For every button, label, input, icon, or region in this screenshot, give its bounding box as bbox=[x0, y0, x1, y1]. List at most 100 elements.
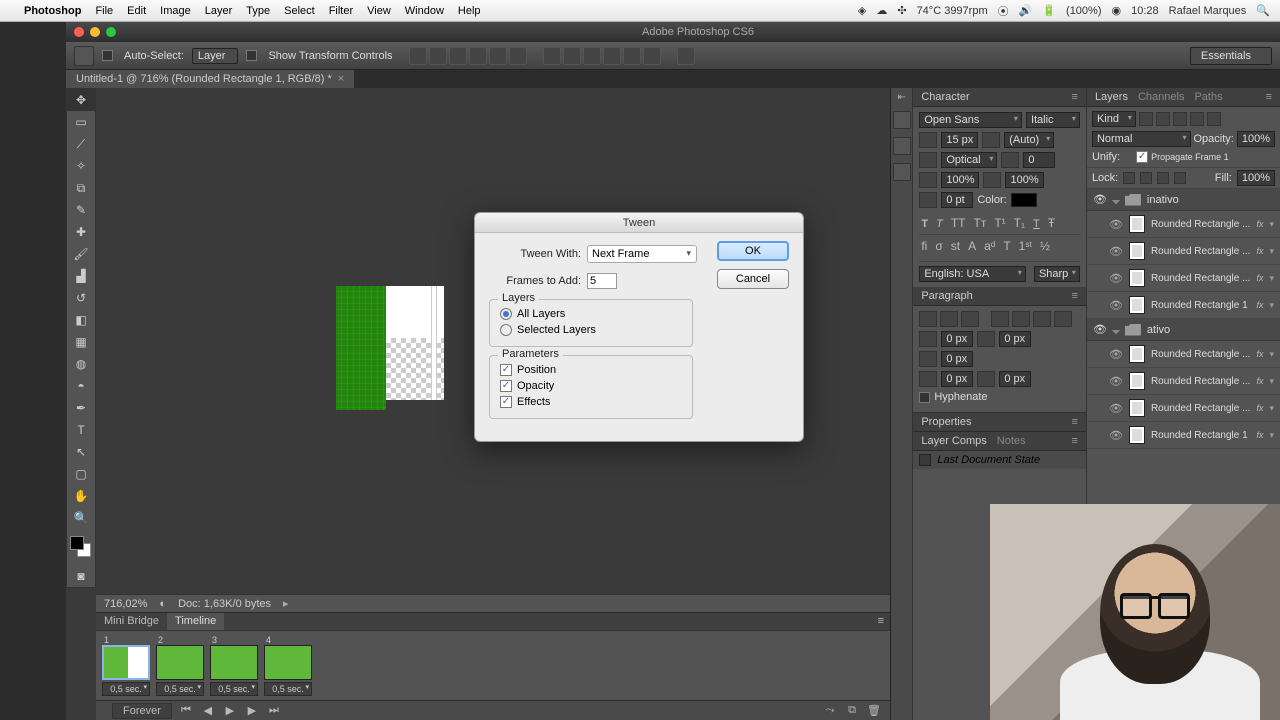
tween-with-select[interactable]: Next Frame bbox=[587, 245, 697, 263]
paths-tab[interactable]: Paths bbox=[1194, 91, 1222, 103]
visibility-icon[interactable]: 👁 bbox=[1093, 323, 1107, 336]
indent-left-field[interactable]: 0 px bbox=[941, 331, 973, 347]
actions-icon[interactable] bbox=[893, 137, 911, 155]
clock[interactable]: 10:28 bbox=[1131, 5, 1159, 17]
close-tab-icon[interactable]: × bbox=[338, 73, 344, 85]
3d-mode-icon[interactable] bbox=[677, 47, 695, 65]
ot-sigma[interactable]: σ bbox=[935, 239, 942, 253]
tracking-field[interactable]: 0 bbox=[1023, 152, 1055, 168]
gradient-tool[interactable]: ▦ bbox=[67, 331, 95, 353]
frame-thumb[interactable]: 3 0,5 sec. bbox=[210, 635, 258, 696]
brush-tool[interactable]: 🖌 bbox=[67, 243, 95, 265]
filter-smart-icon[interactable] bbox=[1207, 112, 1221, 126]
properties-panel-header[interactable]: Properties ≡ bbox=[913, 412, 1086, 432]
disclosure-icon[interactable] bbox=[1112, 325, 1120, 333]
layer-name[interactable]: Rounded Rectangle ... bbox=[1151, 349, 1251, 360]
layer-row[interactable]: 👁Rounded Rectangle ...fx▾ bbox=[1087, 395, 1280, 422]
pen-tool[interactable]: ✒ bbox=[67, 397, 95, 419]
minibridge-tab[interactable]: Mini Bridge bbox=[96, 613, 167, 630]
lock-all-icon[interactable] bbox=[1174, 172, 1186, 184]
spotlight-icon[interactable]: 🔍 bbox=[1256, 4, 1270, 17]
timeline-menu-icon[interactable]: ≡ bbox=[872, 613, 890, 630]
chevron-icon[interactable]: ▾ bbox=[1269, 376, 1274, 387]
align-hcenter-icon[interactable] bbox=[489, 47, 507, 65]
layer-row[interactable]: 👁Rounded Rectangle ...fx▾ bbox=[1087, 265, 1280, 292]
layer-thumb[interactable] bbox=[1129, 426, 1145, 444]
visibility-icon[interactable]: 👁 bbox=[1109, 218, 1123, 231]
frames-to-add-input[interactable] bbox=[587, 273, 617, 289]
volume-icon[interactable]: 🔊 bbox=[1019, 4, 1033, 17]
align-left-icon[interactable] bbox=[469, 47, 487, 65]
last-frame-button[interactable]: ⏭ bbox=[266, 704, 282, 718]
shape-tool[interactable]: ▢ bbox=[67, 463, 95, 485]
group-name[interactable]: inativo bbox=[1147, 194, 1179, 206]
chevron-icon[interactable]: ▾ bbox=[1269, 219, 1274, 230]
expand-icon[interactable]: ⇤ bbox=[897, 92, 905, 103]
menu-filter[interactable]: Filter bbox=[329, 5, 353, 17]
frame-duration[interactable]: 0,5 sec. bbox=[264, 682, 312, 696]
exposure-icon[interactable]: ◐ bbox=[159, 598, 166, 610]
character-tab[interactable]: Character bbox=[921, 91, 969, 103]
align-right-icon[interactable] bbox=[509, 47, 527, 65]
dist-6-icon[interactable] bbox=[643, 47, 661, 65]
layer-thumb[interactable] bbox=[1129, 269, 1145, 287]
space-after-field[interactable]: 0 px bbox=[999, 371, 1031, 387]
allcaps-button[interactable]: TT bbox=[951, 216, 966, 230]
fx-badge[interactable]: fx bbox=[1256, 273, 1263, 283]
layer-thumb[interactable] bbox=[1129, 399, 1145, 417]
subscript-button[interactable]: T₁ bbox=[1014, 216, 1025, 230]
italic-button[interactable]: T bbox=[936, 216, 943, 230]
visibility-icon[interactable]: 👁 bbox=[1109, 348, 1123, 361]
all-layers-radio[interactable] bbox=[500, 308, 512, 320]
space-before-field[interactable]: 0 px bbox=[941, 371, 973, 387]
kerning-field[interactable]: Optical bbox=[941, 152, 997, 168]
layer-name[interactable]: Rounded Rectangle ... bbox=[1151, 273, 1251, 284]
layer-row[interactable]: 👁Rounded Rectangle 1fx▾ bbox=[1087, 292, 1280, 319]
delete-frame-button[interactable]: 🗑 bbox=[866, 704, 882, 718]
sync-icon[interactable]: ◉ bbox=[1112, 4, 1122, 17]
cancel-button[interactable]: Cancel bbox=[717, 269, 789, 289]
layer-thumb[interactable] bbox=[1129, 215, 1145, 233]
zoom-readout[interactable]: 716,02% bbox=[104, 598, 147, 610]
frame-thumb[interactable]: 4 0,5 sec. bbox=[264, 635, 312, 696]
history-icon[interactable] bbox=[893, 111, 911, 129]
firstline-field[interactable]: 0 px bbox=[941, 351, 973, 367]
frame-duration[interactable]: 0,5 sec. bbox=[102, 682, 150, 696]
layers-tab[interactable]: Layers bbox=[1095, 91, 1128, 103]
layer-group[interactable]: 👁 inativo bbox=[1087, 189, 1280, 211]
fill-field[interactable]: 100% bbox=[1237, 170, 1275, 186]
frame-thumb[interactable]: 1 0,5 sec. bbox=[102, 635, 150, 696]
group-name[interactable]: ativo bbox=[1147, 324, 1170, 336]
cloud-icon[interactable]: ☁ bbox=[876, 4, 887, 17]
language-dropdown[interactable]: English: USA bbox=[919, 266, 1026, 282]
fx-badge[interactable]: fx bbox=[1256, 300, 1263, 310]
filter-shape-icon[interactable] bbox=[1190, 112, 1204, 126]
dist-4-icon[interactable] bbox=[603, 47, 621, 65]
layer-thumb[interactable] bbox=[1129, 242, 1145, 260]
chevron-icon[interactable]: ▾ bbox=[1269, 273, 1274, 284]
ot-ad[interactable]: aᵈ bbox=[984, 239, 995, 253]
paragraph-tab[interactable]: Paragraph bbox=[921, 290, 972, 302]
aa-dropdown[interactable]: Sharp bbox=[1034, 266, 1080, 282]
hand-tool[interactable]: ✋ bbox=[67, 485, 95, 507]
fan-icon[interactable]: ✣ bbox=[897, 4, 906, 17]
eraser-tool[interactable]: ◧ bbox=[67, 309, 95, 331]
align-bottom-icon[interactable] bbox=[449, 47, 467, 65]
chevron-icon[interactable]: ▾ bbox=[1269, 300, 1274, 311]
justify-center-icon[interactable] bbox=[1012, 311, 1030, 327]
move-tool-icon[interactable] bbox=[74, 46, 94, 66]
panel-menu-icon[interactable]: ≡ bbox=[1072, 435, 1078, 447]
quickmask-icon[interactable]: ◙ bbox=[67, 565, 95, 587]
filter-type-icon[interactable] bbox=[1173, 112, 1187, 126]
frame-thumb[interactable]: 2 0,5 sec. bbox=[156, 635, 204, 696]
layercomps-panel-header[interactable]: Layer Comps Notes ≡ bbox=[913, 432, 1086, 451]
layer-thumb[interactable] bbox=[1129, 372, 1145, 390]
next-frame-button[interactable]: ▶ bbox=[244, 704, 260, 718]
visibility-icon[interactable]: 👁 bbox=[1109, 429, 1123, 442]
battery-icon[interactable]: 🔋 bbox=[1042, 4, 1056, 17]
eyedropper-tool[interactable]: ✎ bbox=[67, 199, 95, 221]
path-tool[interactable]: ↖ bbox=[67, 441, 95, 463]
prev-frame-button[interactable]: ◀ bbox=[200, 704, 216, 718]
zoom-icon[interactable] bbox=[106, 27, 116, 37]
menu-layer[interactable]: Layer bbox=[205, 5, 233, 17]
